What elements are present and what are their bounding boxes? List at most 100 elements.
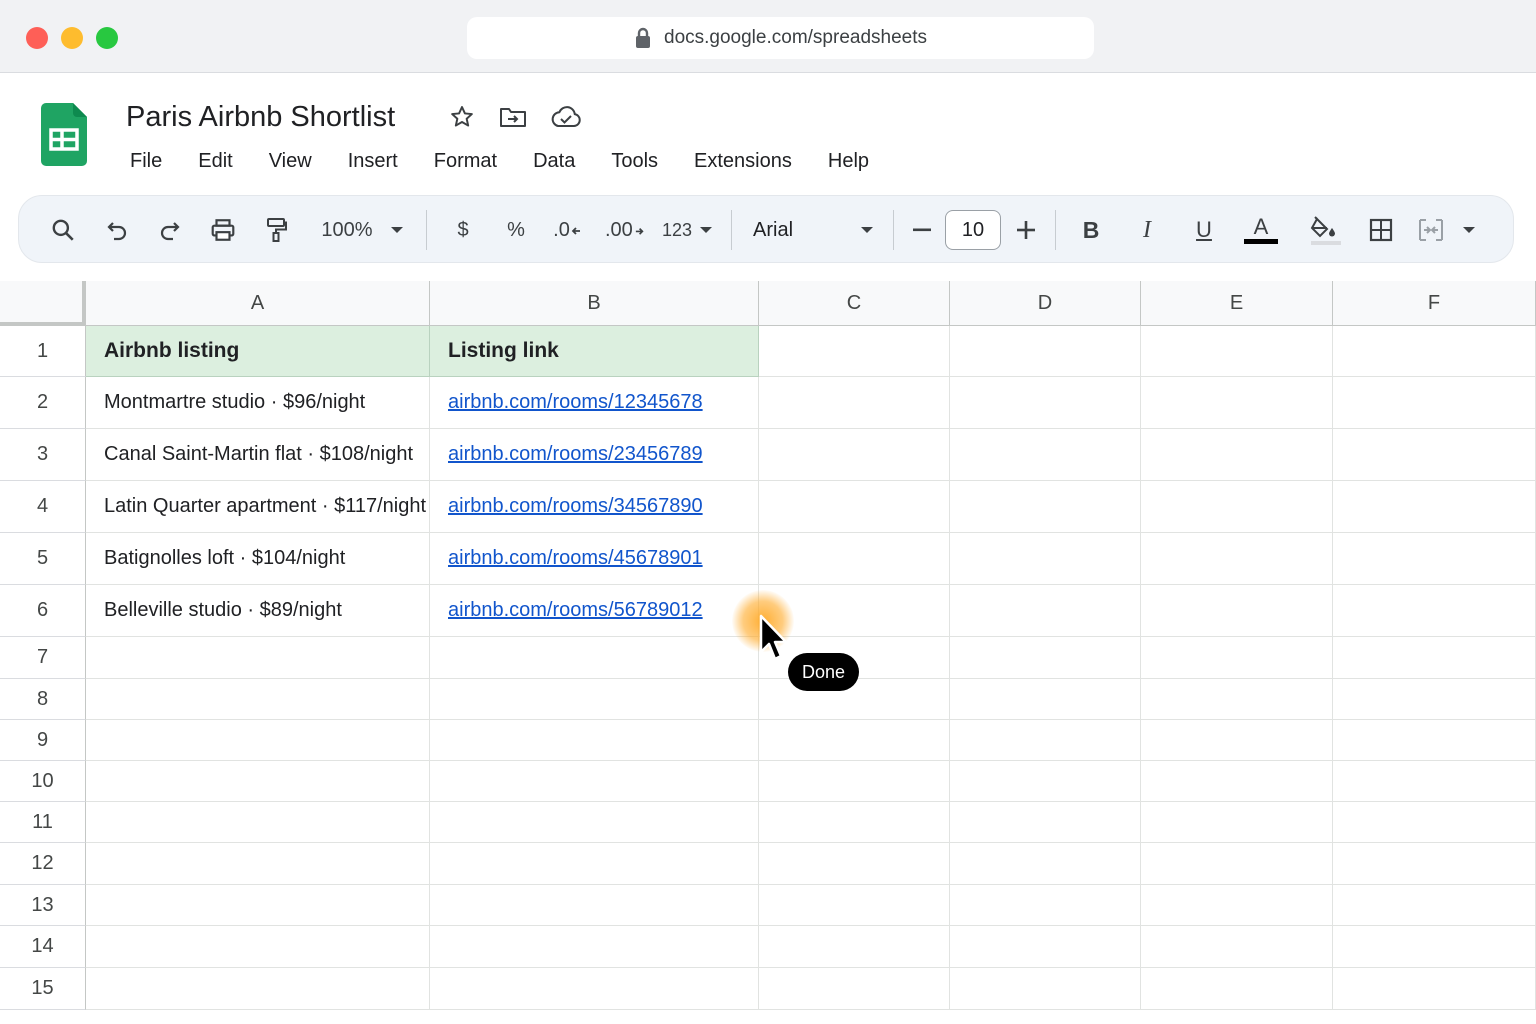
cell-a6[interactable]: Belleville studio · $89/night [86, 585, 430, 637]
cell-a15[interactable] [86, 968, 430, 1010]
cell-f6[interactable] [1333, 585, 1536, 637]
cell-a8[interactable] [86, 679, 430, 720]
menu-tools[interactable]: Tools [593, 146, 676, 176]
close-window-button[interactable] [26, 27, 48, 49]
cell-e13[interactable] [1141, 885, 1333, 926]
menu-data[interactable]: Data [515, 146, 593, 176]
italic-button[interactable]: I [1129, 210, 1165, 250]
listing-link[interactable]: airbnb.com/rooms/12345678 [430, 391, 703, 414]
row-header-14[interactable]: 14 [0, 926, 86, 968]
cell-e14[interactable] [1141, 926, 1333, 968]
cell-f10[interactable] [1333, 761, 1536, 802]
listing-link[interactable]: airbnb.com/rooms/23456789 [430, 443, 703, 466]
address-bar[interactable]: docs.google.com/spreadsheets [467, 17, 1094, 59]
cell-b3[interactable]: airbnb.com/rooms/23456789 [430, 429, 759, 481]
cell-b4[interactable]: airbnb.com/rooms/34567890 [430, 481, 759, 533]
menu-insert[interactable]: Insert [330, 146, 416, 176]
zoom-chevron-down-icon[interactable] [387, 210, 407, 250]
listing-link[interactable]: airbnb.com/rooms/45678901 [430, 547, 703, 570]
column-header-d[interactable]: D [950, 281, 1141, 326]
row-header-3[interactable]: 3 [0, 429, 86, 481]
cell-f8[interactable] [1333, 679, 1536, 720]
bold-button[interactable]: B [1073, 210, 1109, 250]
decrease-font-size-icon[interactable] [907, 210, 937, 250]
cell-d5[interactable] [950, 533, 1141, 585]
menu-format[interactable]: Format [416, 146, 515, 176]
cell-e15[interactable] [1141, 968, 1333, 1010]
row-header-13[interactable]: 13 [0, 885, 86, 926]
column-header-c[interactable]: C [759, 281, 950, 326]
cell-e1[interactable] [1141, 326, 1333, 377]
fill-color-icon[interactable] [1307, 210, 1345, 250]
cell-b14[interactable] [430, 926, 759, 968]
cell-e7[interactable] [1141, 637, 1333, 679]
cell-d4[interactable] [950, 481, 1141, 533]
listing-link[interactable]: airbnb.com/rooms/56789012 [430, 599, 703, 622]
cell-d13[interactable] [950, 885, 1141, 926]
cell-f7[interactable] [1333, 637, 1536, 679]
cell-f15[interactable] [1333, 968, 1536, 1010]
menu-help[interactable]: Help [810, 146, 887, 176]
cell-e12[interactable] [1141, 843, 1333, 885]
cell-f2[interactable] [1333, 377, 1536, 429]
font-chevron-down-icon[interactable] [857, 210, 877, 250]
cell-b15[interactable] [430, 968, 759, 1010]
maximize-window-button[interactable] [96, 27, 118, 49]
column-header-e[interactable]: E [1141, 281, 1333, 326]
increase-decimal-button[interactable]: .00 [605, 210, 645, 250]
cell-a11[interactable] [86, 802, 430, 843]
merge-cells-icon[interactable] [1413, 210, 1449, 250]
row-header-1[interactable]: 1 [0, 326, 86, 377]
cell-b11[interactable] [430, 802, 759, 843]
cell-e2[interactable] [1141, 377, 1333, 429]
cell-d1[interactable] [950, 326, 1141, 377]
move-to-folder-icon[interactable] [499, 103, 527, 131]
cell-e11[interactable] [1141, 802, 1333, 843]
row-header-4[interactable]: 4 [0, 481, 86, 533]
decrease-decimal-button[interactable]: .0 [551, 210, 585, 250]
cell-b12[interactable] [430, 843, 759, 885]
cell-c11[interactable] [759, 802, 950, 843]
select-all-corner[interactable] [0, 281, 86, 326]
row-header-2[interactable]: 2 [0, 377, 86, 429]
cell-a2[interactable]: Montmartre studio · $96/night [86, 377, 430, 429]
row-header-9[interactable]: 9 [0, 720, 86, 761]
cell-b8[interactable] [430, 679, 759, 720]
menu-edit[interactable]: Edit [180, 146, 250, 176]
borders-icon[interactable] [1363, 210, 1399, 250]
cell-e5[interactable] [1141, 533, 1333, 585]
print-icon[interactable] [205, 210, 241, 250]
cell-c10[interactable] [759, 761, 950, 802]
document-title[interactable]: Paris Airbnb Shortlist [126, 99, 395, 135]
number-format-select[interactable]: 123 [659, 210, 695, 250]
cell-b1[interactable]: Listing link [430, 326, 759, 377]
undo-icon[interactable] [99, 210, 135, 250]
cell-a7[interactable] [86, 637, 430, 679]
cell-d9[interactable] [950, 720, 1141, 761]
cell-c4[interactable] [759, 481, 950, 533]
cell-b6[interactable]: airbnb.com/rooms/56789012 [430, 585, 759, 637]
cell-c2[interactable] [759, 377, 950, 429]
row-header-11[interactable]: 11 [0, 802, 86, 843]
cell-a9[interactable] [86, 720, 430, 761]
cell-f3[interactable] [1333, 429, 1536, 481]
search-icon[interactable] [45, 210, 81, 250]
cell-c9[interactable] [759, 720, 950, 761]
cell-d11[interactable] [950, 802, 1141, 843]
cell-c5[interactable] [759, 533, 950, 585]
cell-d12[interactable] [950, 843, 1141, 885]
cell-d7[interactable] [950, 637, 1141, 679]
cell-c13[interactable] [759, 885, 950, 926]
cell-d2[interactable] [950, 377, 1141, 429]
cell-d8[interactable] [950, 679, 1141, 720]
column-header-a[interactable]: A [86, 281, 430, 326]
cell-b2[interactable]: airbnb.com/rooms/12345678 [430, 377, 759, 429]
column-header-f[interactable]: F [1333, 281, 1536, 326]
cell-a4[interactable]: Latin Quarter apartment · $117/night [86, 481, 430, 533]
font-family-select[interactable]: Arial [753, 210, 803, 250]
redo-icon[interactable] [152, 210, 188, 250]
cell-a13[interactable] [86, 885, 430, 926]
increase-font-size-icon[interactable] [1011, 210, 1041, 250]
cell-a12[interactable] [86, 843, 430, 885]
cell-b7[interactable] [430, 637, 759, 679]
